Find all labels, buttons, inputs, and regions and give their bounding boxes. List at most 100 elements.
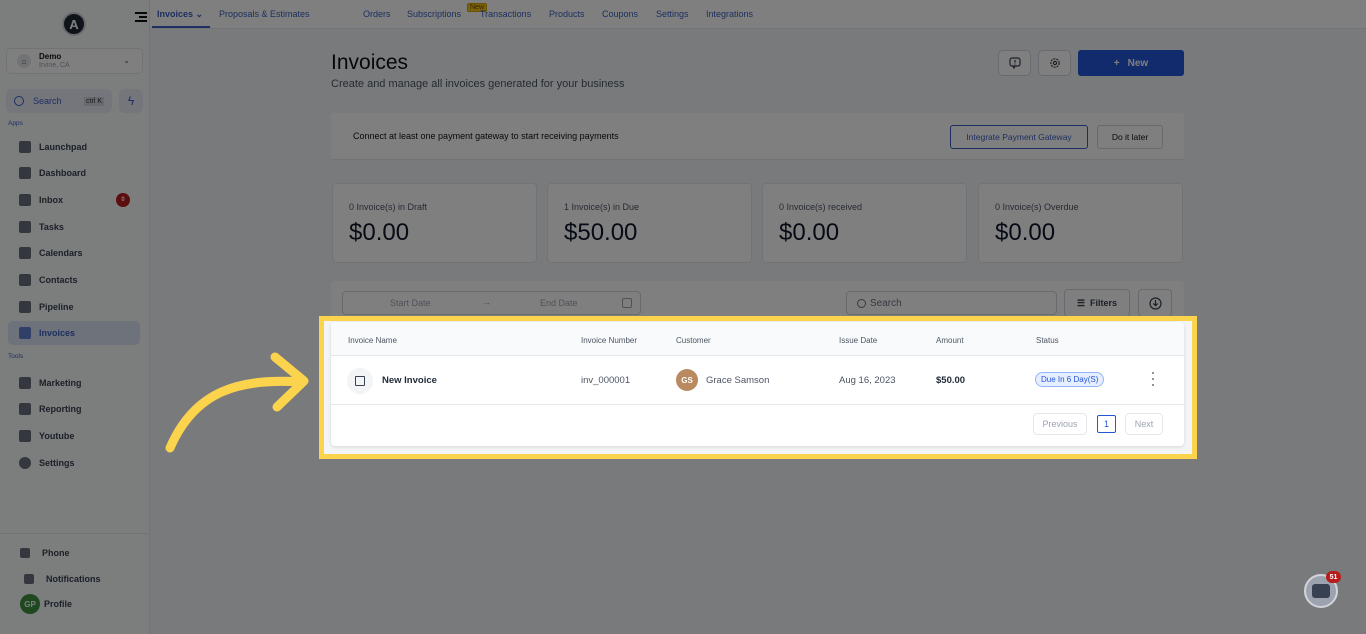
column-header[interactable]: Status [1036, 336, 1059, 345]
start-date-input[interactable]: Start Date [390, 298, 431, 308]
filter-lines-icon: ☰ [1076, 297, 1086, 308]
profile-label: Profile [44, 599, 73, 609]
sidebar-item-calendars[interactable]: Calendars [8, 241, 140, 265]
calendar-icon [622, 298, 632, 308]
sidebar-item-label: Launchpad [39, 142, 88, 152]
collapse-sidebar-icon[interactable] [135, 12, 147, 24]
stat-card-due: 1 Invoice(s) in Due $50.00 [547, 183, 752, 263]
filters-label: Filters [1090, 298, 1118, 308]
tab-settings[interactable]: Settings [656, 9, 689, 19]
sidebar-item-youtube[interactable]: Youtube [8, 424, 140, 448]
new-button-label: New [1127, 57, 1149, 69]
stat-card-draft: 0 Invoice(s) in Draft $0.00 [332, 183, 537, 263]
invoices-table: Invoice Name Invoice Number Customer Iss… [331, 322, 1184, 446]
customer-name: Grace Samson [706, 375, 770, 386]
filters-button[interactable]: ☰ Filters [1064, 289, 1130, 317]
tab-integrations[interactable]: Integrations [706, 9, 753, 19]
sidebar-item-label: Invoices [39, 328, 76, 338]
tab-products[interactable]: Products [549, 9, 585, 19]
settings-button[interactable] [1038, 50, 1071, 76]
location-name: Demo [39, 52, 62, 61]
sidebar-item-label: Contacts [39, 275, 78, 285]
invoice-doc-icon [347, 368, 373, 394]
column-header[interactable]: Issue Date [839, 336, 877, 345]
payment-gateway-banner: Connect at least one payment gateway to … [331, 113, 1184, 160]
chevron-down-icon: ⌄ [123, 56, 130, 65]
sidebar-profile[interactable]: GP Profile [20, 594, 72, 614]
sidebar-item-label: Youtube [39, 431, 75, 441]
stat-value: $0.00 [779, 219, 840, 246]
annotation-arrow-icon [165, 352, 309, 453]
youtube-icon [19, 430, 31, 442]
sidebar-item-marketing[interactable]: Marketing [8, 371, 140, 395]
column-header[interactable]: Amount [936, 336, 964, 345]
sidebar-item-contacts[interactable]: Contacts [8, 268, 140, 292]
tab-invoices[interactable]: Invoices ⌄ [157, 9, 203, 20]
app-logo[interactable]: A [62, 12, 86, 36]
stat-card-overdue: 0 Invoice(s) Overdue $0.00 [978, 183, 1183, 263]
sidebar-item-reporting[interactable]: Reporting [8, 397, 140, 421]
funnel-icon [19, 301, 31, 313]
sidebar-item-tasks[interactable]: Tasks [8, 215, 140, 239]
quick-actions-bolt-icon[interactable]: ϟ [119, 89, 143, 113]
next-page-button[interactable]: Next [1125, 413, 1163, 435]
sidebar-item-launchpad[interactable]: Launchpad [8, 135, 140, 159]
sidebar-item-label: Inbox [39, 195, 63, 205]
sidebar: A ⌂ Demo Irvine, CA ⌄ Search ctrl K ϟ Ap… [0, 0, 150, 634]
location-switcher[interactable]: ⌂ Demo Irvine, CA ⌄ [6, 48, 143, 74]
inbox-icon [19, 194, 31, 206]
invoice-icon [19, 327, 31, 339]
banner-text: Connect at least one payment gateway to … [353, 131, 619, 141]
column-header[interactable]: Customer [676, 336, 711, 345]
sidebar-item-settings[interactable]: Settings [8, 451, 140, 475]
tab-orders[interactable]: Orders [363, 9, 391, 19]
invoice-search-input[interactable]: Search [846, 291, 1057, 315]
bell-icon [24, 574, 34, 584]
chat-icon [1312, 584, 1330, 598]
arrow-right-icon: → [482, 297, 491, 307]
end-date-input[interactable]: End Date [540, 298, 578, 308]
sidebar-item-label: Tasks [39, 222, 64, 232]
tab-subscriptions[interactable]: Subscriptions [407, 9, 461, 19]
status-badge: Due In 6 Day(S) [1035, 372, 1105, 387]
table-row[interactable]: New Invoice inv_000001 GS Grace Samson A… [331, 356, 1184, 405]
stat-label: 0 Invoice(s) in Draft [349, 202, 428, 212]
customer-avatar: GS [676, 369, 698, 391]
sidebar-item-invoices[interactable]: Invoices [8, 321, 140, 345]
stat-label: 0 Invoice(s) received [779, 202, 863, 212]
do-it-later-button[interactable]: Do it later [1097, 125, 1163, 149]
notifications-label: Notifications [46, 574, 101, 584]
active-tab-indicator [152, 26, 210, 28]
date-range-picker[interactable]: Start Date → End Date [342, 291, 641, 315]
sidebar-item-pipeline[interactable]: Pipeline [8, 295, 140, 319]
search-icon [14, 96, 24, 106]
sidebar-item-label: Marketing [39, 378, 82, 388]
sidebar-item-dashboard[interactable]: Dashboard [8, 161, 140, 185]
sidebar-phone[interactable]: Phone [20, 548, 70, 558]
sidebar-item-inbox[interactable]: Inbox 0 [8, 188, 140, 212]
invoice-name[interactable]: New Invoice [382, 375, 437, 386]
previous-page-button[interactable]: Previous [1033, 413, 1087, 435]
dashboard-icon [19, 167, 31, 179]
row-more-options-icon[interactable] [1150, 372, 1156, 386]
new-invoice-button[interactable]: + New [1078, 50, 1184, 76]
sidebar-notifications[interactable]: Notifications [24, 574, 101, 584]
feedback-button[interactable] [998, 50, 1031, 76]
tab-proposals-estimates[interactable]: Proposals & Estimates [219, 9, 310, 19]
sidebar-item-label: Reporting [39, 404, 82, 414]
integrate-payment-gateway-button[interactable]: Integrate Payment Gateway [950, 125, 1088, 149]
tab-coupons[interactable]: Coupons [602, 9, 638, 19]
page-number-button[interactable]: 1 [1097, 415, 1116, 433]
tab-transactions[interactable]: Transactions [480, 9, 531, 19]
location-avatar-icon: ⌂ [17, 54, 31, 68]
download-button[interactable] [1138, 289, 1172, 317]
sidebar-item-label: Settings [39, 458, 75, 468]
column-header[interactable]: Invoice Number [581, 336, 637, 345]
column-header[interactable]: Invoice Name [348, 336, 397, 345]
calendar-icon [19, 247, 31, 259]
gear-icon [1049, 58, 1060, 68]
search-shortcut: ctrl K [84, 96, 104, 106]
invoice-number: inv_000001 [581, 375, 631, 386]
top-navigation: Invoices ⌄ Proposals & Estimates New Ord… [150, 0, 1366, 29]
sidebar-search[interactable]: Search ctrl K [6, 89, 112, 113]
